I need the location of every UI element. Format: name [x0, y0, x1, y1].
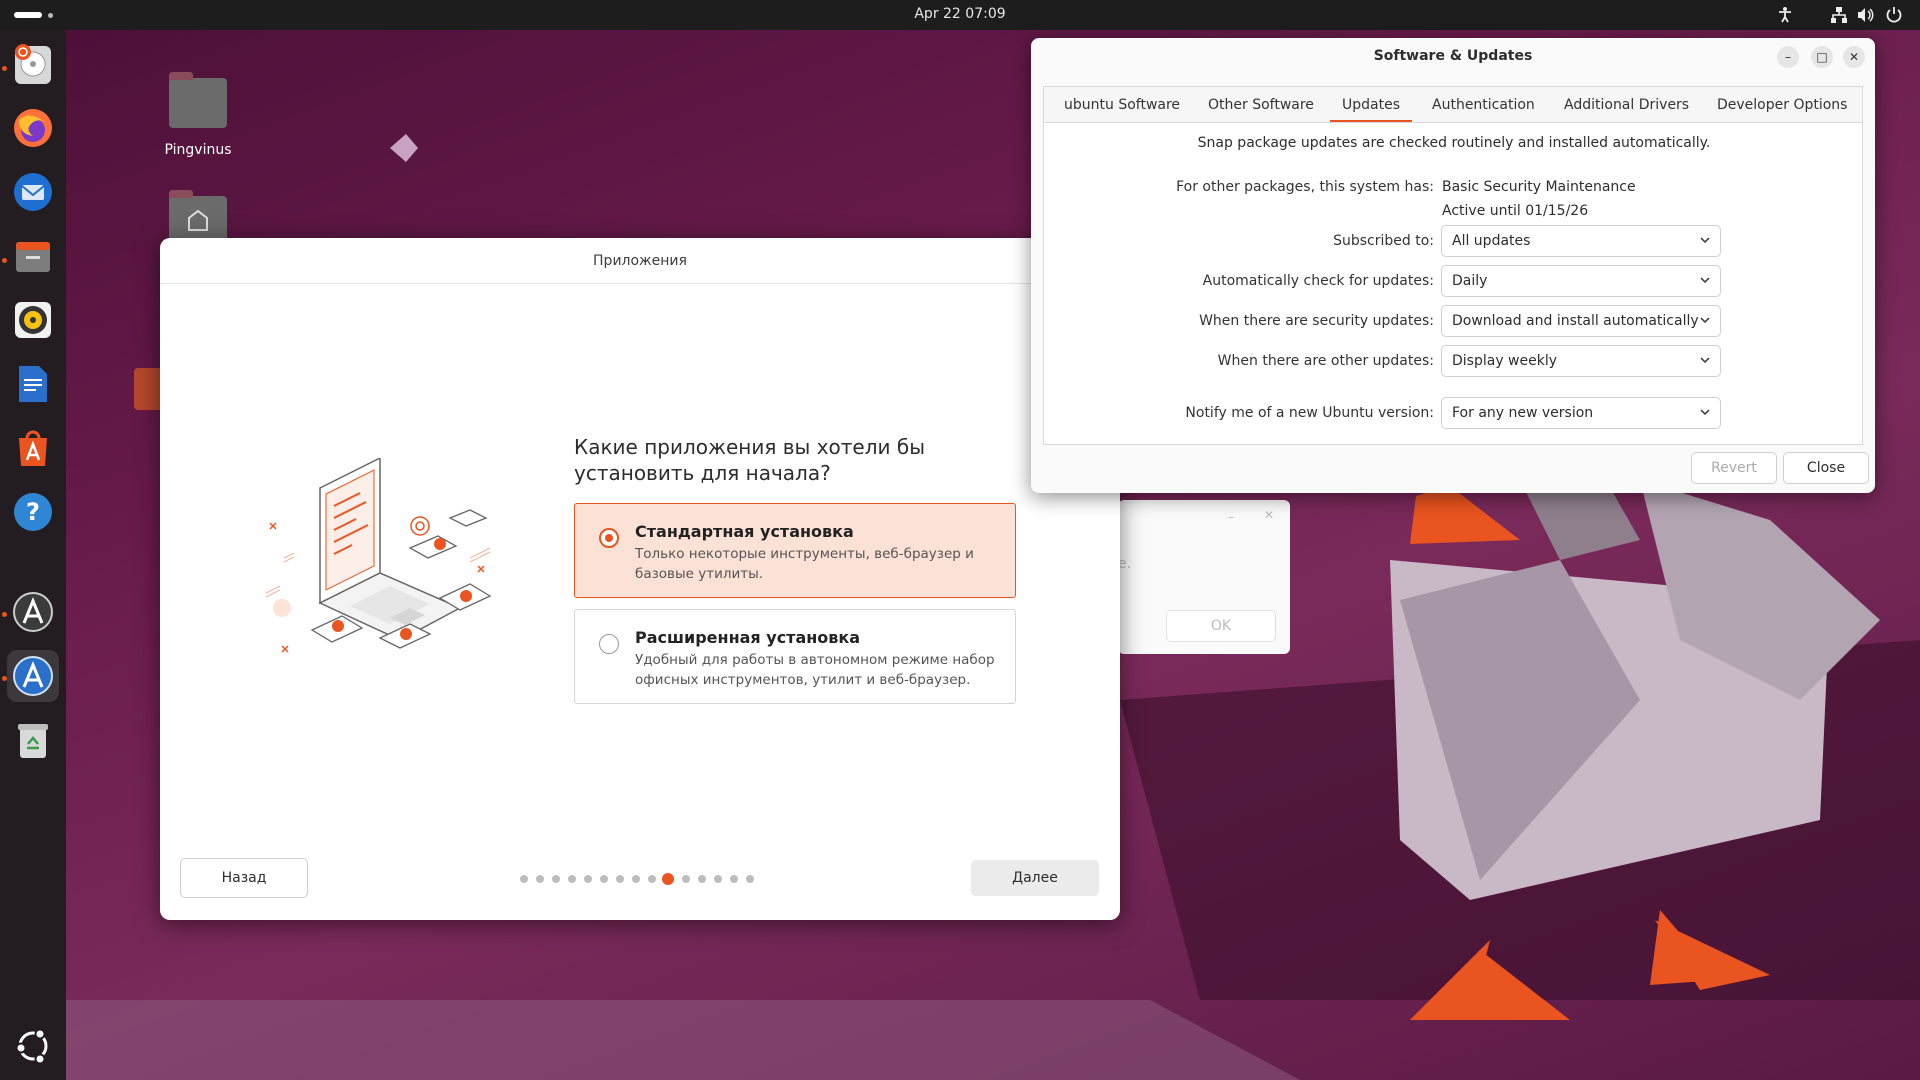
installer-window: Приложения Какие приложения вы хотели бы…: [160, 238, 1120, 920]
minimize-icon[interactable]: –: [1777, 46, 1799, 68]
notify-dropdown[interactable]: For any new version: [1441, 397, 1721, 429]
dock-trash[interactable]: [7, 714, 59, 766]
updates-panel: Snap package updates are checked routine…: [1043, 122, 1863, 445]
thunderbird-icon: [14, 173, 52, 211]
minimize-icon[interactable]: –: [1228, 510, 1234, 524]
auto-check-dropdown[interactable]: Daily: [1441, 265, 1721, 297]
desktop-icon-label: Pingvinus: [164, 142, 232, 158]
dock-software-properties[interactable]: [7, 650, 59, 702]
tab-other-software[interactable]: Other Software: [1208, 87, 1314, 123]
ok-button[interactable]: OK: [1166, 610, 1276, 642]
other-updates-dropdown[interactable]: Display weekly: [1441, 345, 1721, 377]
dock-writer[interactable]: [7, 358, 59, 410]
power-icon[interactable]: [1885, 6, 1903, 24]
help-icon: ?: [14, 493, 52, 531]
progress-dot: [520, 875, 528, 883]
dock-app-center[interactable]: [7, 422, 59, 474]
snap-note: Snap package updates are checked routine…: [1197, 135, 1711, 151]
tab-bar: ubuntu Software Other Software Updates A…: [1043, 86, 1863, 123]
other-updates-label: When there are other updates:: [1217, 353, 1434, 369]
folder-icon: [169, 72, 227, 128]
revert-button[interactable]: Revert: [1691, 452, 1777, 484]
trash-icon: [18, 724, 48, 758]
chevron-down-icon: [1700, 357, 1710, 364]
tab-developer-options[interactable]: Developer Options: [1717, 87, 1847, 123]
close-button[interactable]: Close: [1783, 452, 1869, 484]
dock-thunderbird[interactable]: [7, 166, 59, 218]
software-properties-icon: [13, 656, 53, 696]
progress-dot: [616, 875, 624, 883]
subscribed-label: Subscribed to:: [1333, 233, 1434, 249]
dock-help[interactable]: ?: [7, 486, 59, 538]
security-updates-value: Download and install automatically: [1452, 313, 1699, 329]
progress-dot: [552, 875, 560, 883]
window-title: Software & Updates: [1373, 48, 1533, 64]
progress-dot: [730, 875, 738, 883]
svg-text:?: ?: [26, 498, 40, 526]
subscribed-value: All updates: [1452, 233, 1531, 249]
other-packages-label: For other packages, this system has:: [1176, 179, 1434, 195]
progress-dot: [600, 875, 608, 883]
close-icon[interactable]: ✕: [1264, 508, 1274, 522]
rhythmbox-icon: [15, 302, 51, 338]
subscribed-dropdown[interactable]: All updates: [1441, 225, 1721, 257]
writer-icon: [19, 366, 47, 402]
software-updater-icon: [13, 592, 53, 632]
firefox-icon: [14, 109, 52, 147]
chevron-down-icon: [1700, 277, 1710, 284]
dock-ubuntu-installer[interactable]: [7, 38, 59, 90]
dock-files[interactable]: [7, 230, 59, 282]
progress-dot: [682, 875, 690, 883]
auto-check-value: Daily: [1452, 273, 1488, 289]
maximize-icon[interactable]: □: [1811, 46, 1833, 68]
app-center-icon: [19, 430, 47, 466]
dock-firefox[interactable]: [7, 102, 59, 154]
show-apps-icon: [15, 1028, 48, 1065]
network-icon[interactable]: [1830, 6, 1848, 24]
close-icon[interactable]: ✕: [1843, 46, 1865, 68]
chevron-down-icon: [1700, 317, 1710, 324]
progress-dot: [698, 875, 706, 883]
volume-icon[interactable]: [1856, 6, 1874, 24]
dock: ?: [0, 30, 66, 1080]
progress-dot: [536, 875, 544, 883]
tab-updates[interactable]: Updates: [1330, 87, 1412, 123]
dock-rhythmbox[interactable]: [7, 294, 59, 346]
notify-value: For any new version: [1452, 405, 1594, 421]
maintenance-value: Basic Security Maintenance: [1442, 179, 1636, 195]
progress-dot: [746, 875, 754, 883]
files-icon: [16, 242, 50, 272]
other-updates-value: Display weekly: [1452, 353, 1558, 369]
progress-dot: [632, 875, 640, 883]
progress-dot: [714, 875, 722, 883]
tab-ubuntu-software[interactable]: ubuntu Software: [1064, 87, 1180, 123]
tab-authentication[interactable]: Authentication: [1432, 87, 1535, 123]
progress-dots: [160, 238, 1120, 920]
progress-dot-current: [662, 873, 674, 885]
active-until: Active until 01/15/26: [1442, 203, 1589, 219]
chevron-down-icon: [1700, 409, 1710, 416]
progress-dot: [648, 875, 656, 883]
top-bar: Apr 22 07:09: [0, 0, 1920, 30]
dock-software-updater[interactable]: [7, 586, 59, 638]
software-updates-window: Software & Updates – □ ✕ ubuntu Software…: [1031, 38, 1875, 493]
desktop-folder-pingvinus[interactable]: Pingvinus: [148, 72, 248, 158]
clock[interactable]: Apr 22 07:09: [0, 6, 1920, 22]
tab-additional-drivers[interactable]: Additional Drivers: [1564, 87, 1689, 123]
notify-label: Notify me of a new Ubuntu version:: [1185, 405, 1434, 421]
security-updates-label: When there are security updates:: [1199, 313, 1434, 329]
progress-dot: [584, 875, 592, 883]
progress-dot: [568, 875, 576, 883]
installer-icon: [15, 44, 51, 84]
auto-check-label: Automatically check for updates:: [1202, 273, 1434, 289]
background-dialog: – ✕ e. OK: [1118, 500, 1290, 654]
accessibility-icon[interactable]: [1776, 6, 1794, 24]
security-updates-dropdown[interactable]: Download and install automatically: [1441, 305, 1721, 337]
show-apps-button[interactable]: [7, 1020, 59, 1072]
chevron-down-icon: [1700, 237, 1710, 244]
